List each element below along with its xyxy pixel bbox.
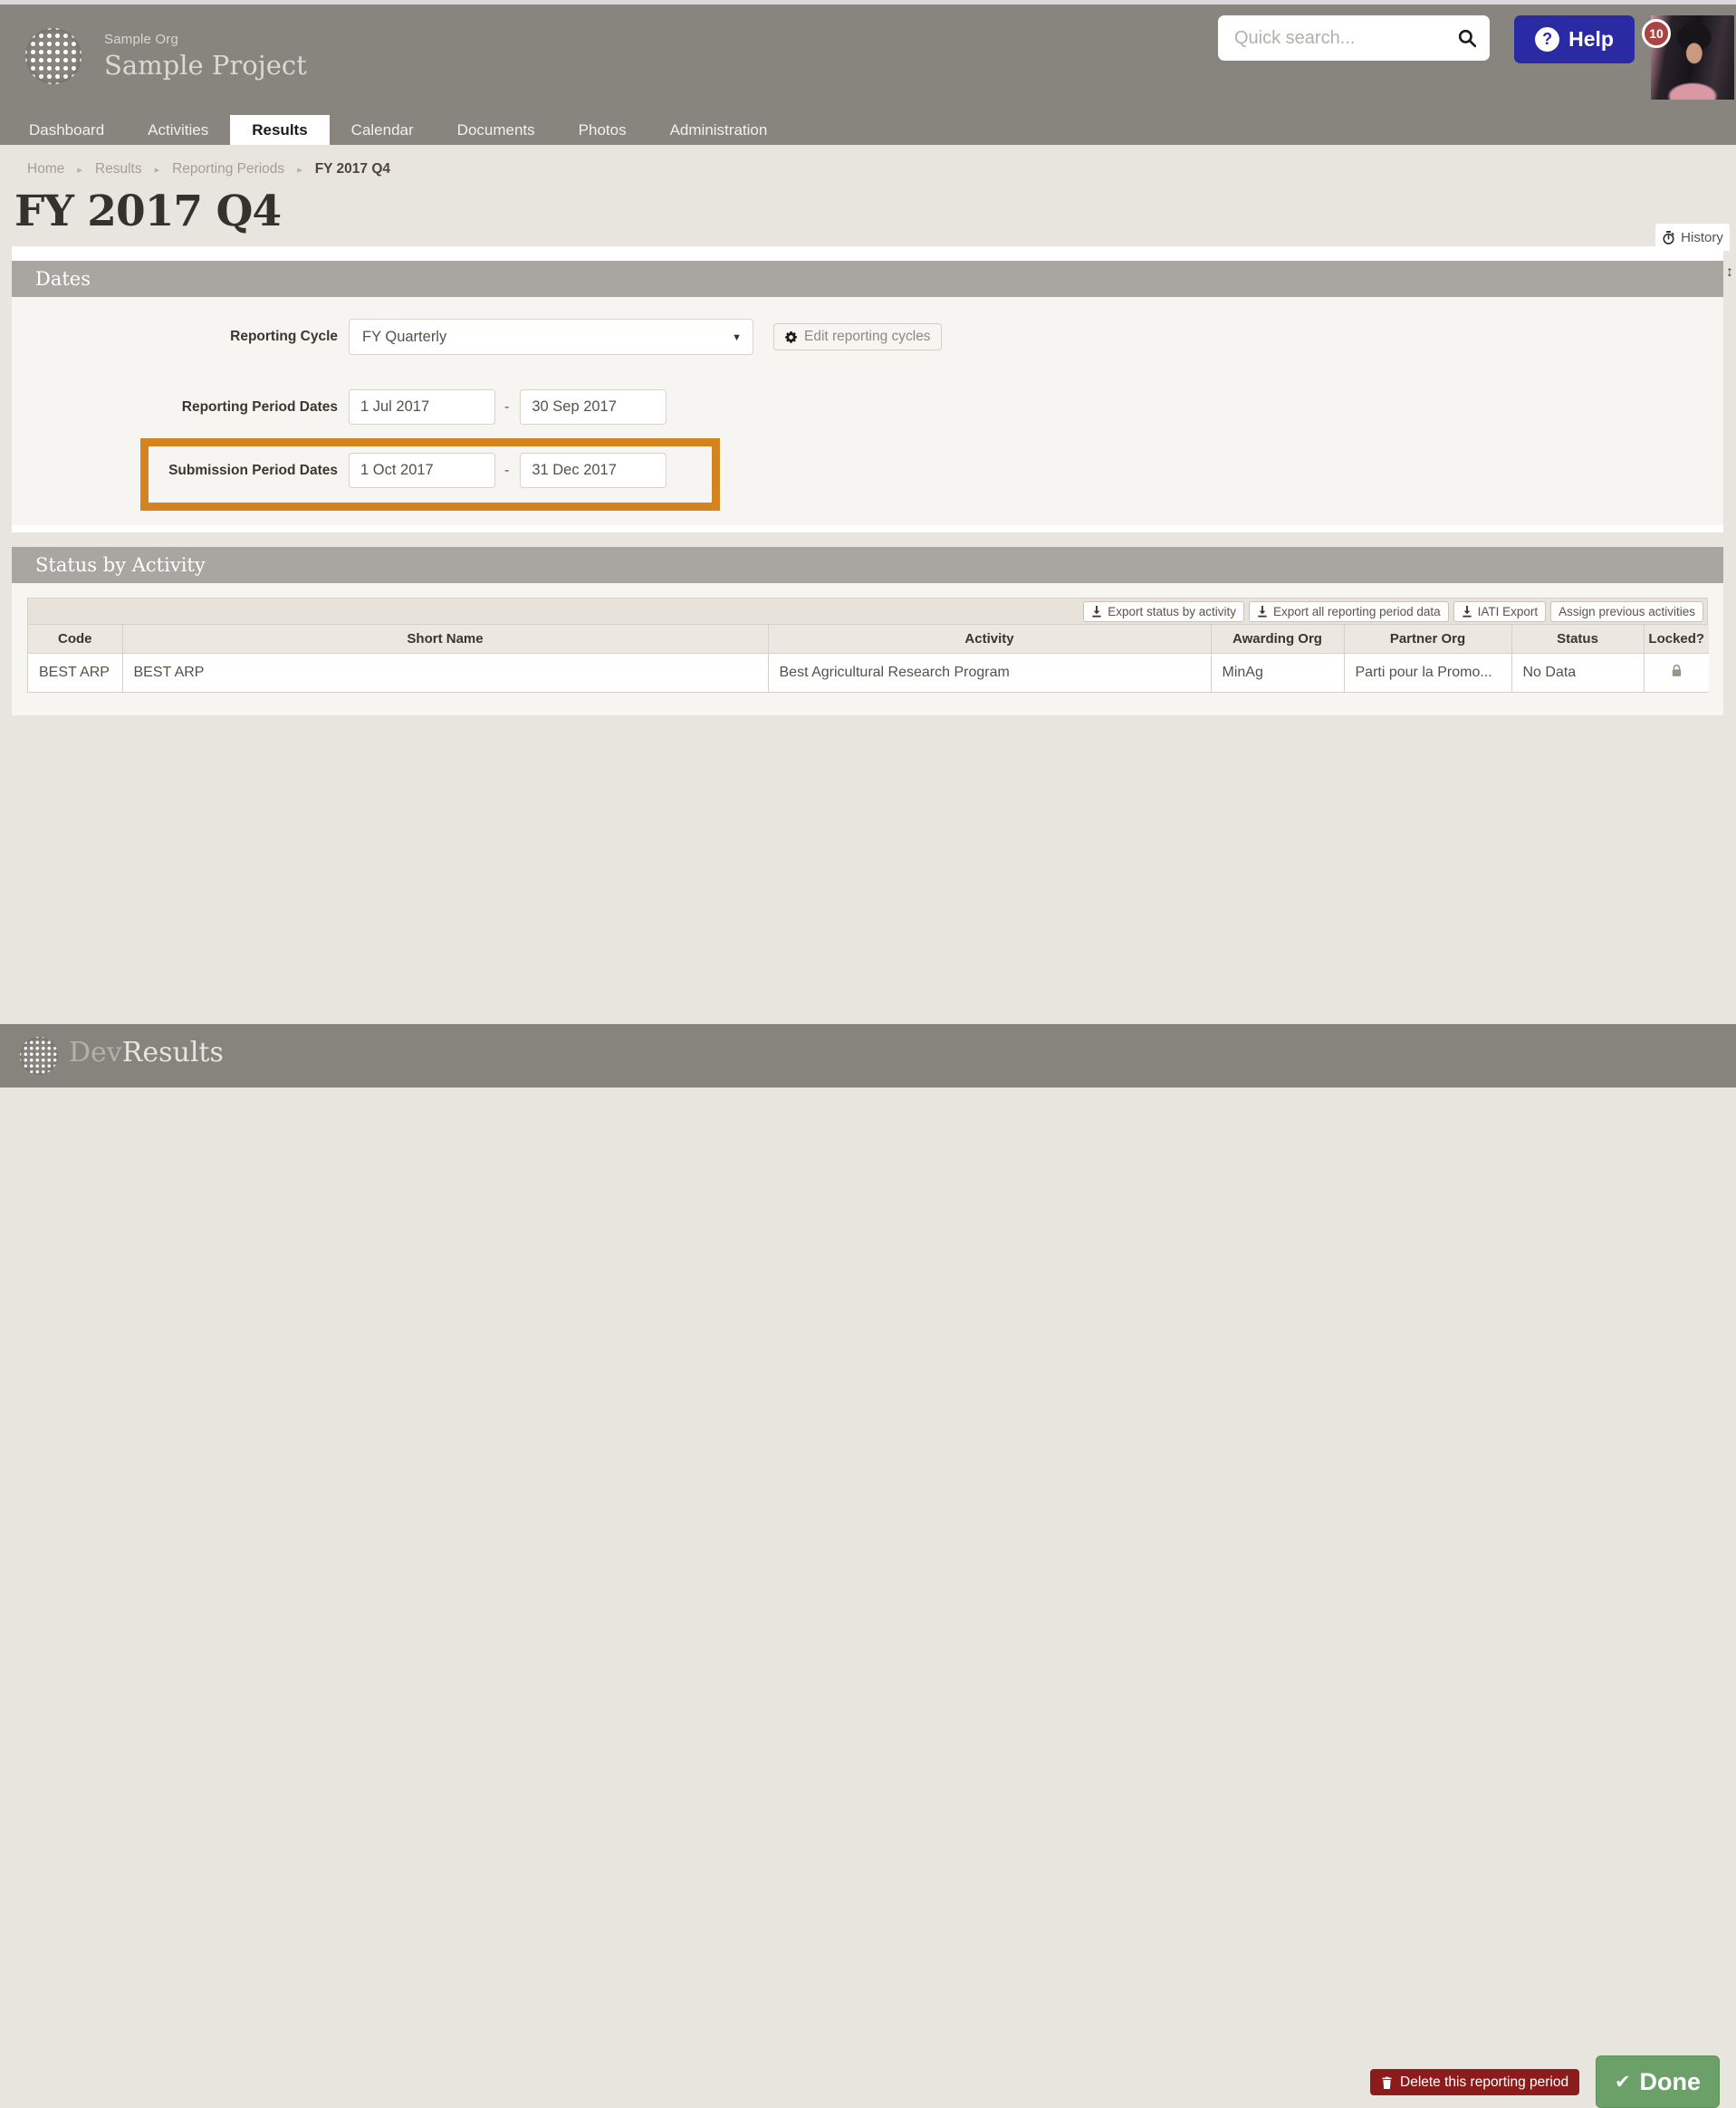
breadcrumb-separator-icon: ▸ [297,164,302,176]
help-label: Help [1568,27,1614,51]
search-input[interactable] [1218,15,1490,61]
dates-panel: Dates Reporting Cycle FY Quarterly ▼ Edi… [12,246,1723,532]
column-header-code[interactable]: Code [28,625,123,654]
breadcrumb-results[interactable]: Results [95,161,142,177]
submission-period-start-input[interactable] [349,453,495,488]
assign-previous-label: Assign previous activities [1559,604,1695,618]
cell-locked[interactable] [1644,653,1709,692]
delete-reporting-period-button[interactable]: Delete this reporting period [1370,2069,1580,2095]
page-title: FY 2017 Q4 [14,187,282,236]
tab-results[interactable]: Results [230,115,330,145]
reporting-cycle-value: FY Quarterly [362,329,447,345]
lock-icon [1672,664,1681,676]
brand-prefix: Dev [69,1037,122,1068]
notification-badge[interactable]: 10 [1642,19,1671,48]
status-table: Export status by activity Export all rep… [27,598,1709,693]
cell-awarding-org: MinAg [1211,653,1345,692]
reporting-cycle-row: Reporting Cycle FY Quarterly ▼ Edit repo… [12,319,942,355]
search-icon[interactable] [1457,28,1477,48]
tab-dashboard[interactable]: Dashboard [7,115,126,145]
submission-period-end-input[interactable] [520,453,667,488]
tab-administration[interactable]: Administration [648,115,790,145]
cell-short-name: BEST ARP [122,653,769,692]
org-block: Sample Org Sample Project [104,32,307,81]
submission-period-label: Submission Period Dates [168,462,338,478]
project-name: Sample Project [104,50,307,81]
edit-reporting-cycles-button[interactable]: Edit reporting cycles [773,323,942,350]
done-button[interactable]: ✔ Done [1596,2055,1720,2108]
main-nav: Dashboard Activities Results Calendar Do… [0,115,1736,145]
org-name: Sample Org [104,32,179,47]
export-status-label: Export status by activity [1108,604,1237,618]
breadcrumb-separator-icon: ▸ [77,164,82,176]
date-range-separator: - [504,398,510,415]
table-header-row: Code Short Name Activity Awarding Org Pa… [28,625,1709,654]
tab-photos[interactable]: Photos [557,115,648,145]
cell-partner-org: Parti pour la Promo... [1344,653,1512,692]
table-row[interactable]: BEST ARP BEST ARP Best Agricultural Rese… [28,653,1709,692]
cell-code: BEST ARP [28,653,123,692]
breadcrumb-home[interactable]: Home [27,161,64,177]
status-section-header: Status by Activity [12,547,1723,583]
reporting-period-end-input[interactable] [520,389,667,425]
export-status-by-activity-button[interactable]: Export status by activity [1083,600,1245,622]
column-header-status[interactable]: Status [1511,625,1645,654]
export-all-label: Export all reporting period data [1273,604,1441,618]
status-panel: Status by Activity Export status by acti… [12,547,1723,715]
cell-status: No Data [1511,653,1645,692]
column-header-partner-org[interactable]: Partner Org [1344,625,1512,654]
history-button[interactable]: History [1655,224,1730,251]
quick-search-box [1218,15,1490,61]
devresults-logo [20,1037,58,1075]
chevron-down-icon: ▼ [732,332,742,343]
help-icon: ? [1535,27,1560,52]
tab-documents[interactable]: Documents [436,115,557,145]
breadcrumb-separator-icon: ▸ [154,164,160,176]
devresults-wordmark: DevResults [69,1037,224,1068]
column-header-activity[interactable]: Activity [768,625,1212,654]
breadcrumb-reporting-periods[interactable]: Reporting Periods [172,161,284,177]
tab-calendar[interactable]: Calendar [330,115,436,145]
submission-period-row: Submission Period Dates - [12,453,667,488]
notification-count: 10 [1649,26,1664,41]
reporting-period-row: Reporting Period Dates - [12,389,667,425]
download-icon [1462,605,1472,618]
reporting-cycle-label: Reporting Cycle [230,329,338,344]
stopwatch-icon [1663,230,1674,244]
trash-icon [1382,2076,1392,2089]
reporting-cycle-select[interactable]: FY Quarterly ▼ [349,319,753,355]
column-header-awarding-org[interactable]: Awarding Org [1211,625,1345,654]
iati-export-label: IATI Export [1477,604,1539,618]
column-header-short-name[interactable]: Short Name [122,625,769,654]
done-label: Done [1639,2067,1702,2095]
tab-activities[interactable]: Activities [126,115,230,145]
breadcrumb-current: FY 2017 Q4 [314,161,391,177]
scroll-hint-icon[interactable]: ↕ [1726,264,1733,281]
panel-top-strip [12,246,1723,261]
breadcrumb: Home ▸ Results ▸ Reporting Periods ▸ FY … [27,161,390,177]
org-logo[interactable] [25,28,82,84]
delete-reporting-period-label: Delete this reporting period [1400,2074,1569,2090]
help-button[interactable]: ? Help [1514,15,1635,63]
app-footer: DevResults Delete this reporting period … [0,1024,1736,2108]
column-header-locked[interactable]: Locked? [1644,625,1709,654]
assign-previous-activities-button[interactable]: Assign previous activities [1550,600,1703,622]
panel-bottom-strip [12,525,1723,532]
download-icon [1258,605,1267,618]
download-icon [1092,605,1101,618]
reporting-period-label: Reporting Period Dates [181,398,338,415]
edit-reporting-cycles-label: Edit reporting cycles [804,329,931,344]
date-range-separator: - [504,462,510,478]
cell-activity[interactable]: Best Agricultural Research Program [768,653,1212,692]
check-icon: ✔ [1614,2071,1631,2093]
status-table-toolbar: Export status by activity Export all rep… [28,599,1707,625]
history-label: History [1681,229,1723,245]
export-all-reporting-period-data-button[interactable]: Export all reporting period data [1249,600,1449,622]
dates-section-header: Dates [12,261,1723,297]
brand-suffix: Results [121,1037,224,1068]
app-header: Sample Org Sample Project ? Help 10 [0,5,1736,115]
reporting-period-start-input[interactable] [349,389,495,425]
iati-export-button[interactable]: IATI Export [1453,600,1547,622]
gear-icon [785,331,797,343]
